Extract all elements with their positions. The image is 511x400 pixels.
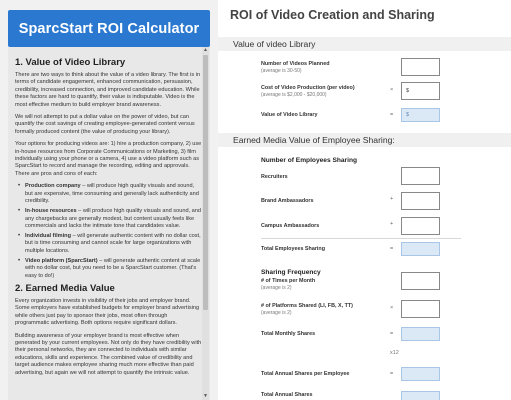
total-employees-output <box>401 242 440 256</box>
section2-heading: 2. Earned Media Value <box>15 282 115 294</box>
monthly-shares-label: Total Monthly Shares <box>261 331 316 337</box>
cost-per-video-input[interactable]: $ <box>401 82 440 100</box>
section1-para2: We will not attempt to put a dollar valu… <box>15 114 195 135</box>
equals-operator: = <box>390 331 394 337</box>
annual-shares-per-employee-output <box>401 367 440 381</box>
multiply-operator: × <box>390 87 394 93</box>
library-value-output: $ <box>401 108 440 122</box>
times-twelve-label: x12 <box>390 350 399 356</box>
times-per-month-label: # of Times per Month (average is 2) <box>261 278 316 291</box>
scroll-up-arrow-icon[interactable]: ▲ <box>202 47 209 54</box>
app-title: SparcStart ROI Calculator <box>18 20 200 37</box>
options-list: Production company – will produce high q… <box>15 183 203 280</box>
sidebar-scrollbar[interactable]: ▲ ▼ <box>202 47 209 400</box>
list-item: Production company – will produce high q… <box>18 183 203 205</box>
campus-ambassadors-input[interactable] <box>401 217 440 235</box>
earned-section-heading: Earned Media Value of Employee Sharing: <box>218 133 511 147</box>
recruiters-label: Recruiters <box>261 174 288 180</box>
app-title-bar: SparcStart ROI Calculator <box>8 10 210 47</box>
employees-sharing-heading: Number of Employees Sharing <box>261 157 357 164</box>
total-annual-shares-output <box>401 391 440 400</box>
value-section-heading: Value of video Library <box>218 37 511 51</box>
scroll-down-arrow-icon[interactable]: ▼ <box>202 393 209 400</box>
campus-ambassadors-label: Campus Ambassadors <box>261 223 320 229</box>
total-employees-label: Total Employees Sharing <box>261 246 326 252</box>
section1-heading: 1. Value of Video Library <box>15 57 126 68</box>
section1-para3: Your options for producing videos are: 1… <box>15 141 202 177</box>
platforms-shared-input[interactable] <box>401 300 440 318</box>
scrollbar-thumb[interactable] <box>203 55 208 310</box>
times-per-month-input[interactable] <box>401 272 440 290</box>
library-value-label: Value of Video Library <box>261 112 318 118</box>
total-annual-shares-label: Total Annual Shares <box>261 392 313 398</box>
platforms-shared-label: # of Platforms Shared (LI, FB, X, TT) (a… <box>261 303 353 316</box>
section2-para1: Every organization invests in visibility… <box>15 297 200 327</box>
list-item: In-house resources – will produce high q… <box>18 208 203 230</box>
brand-ambassadors-label: Brand Ambassadors <box>261 198 314 204</box>
monthly-shares-output <box>401 327 440 341</box>
sharing-frequency-heading: Sharing Frequency <box>261 269 321 276</box>
equals-operator: = <box>390 371 394 377</box>
videos-planned-label: Number of Videos Planned (average is 30-… <box>261 61 330 74</box>
sidebar-scroll-area[interactable]: 1. Value of Video Library There are two … <box>8 47 210 400</box>
annual-shares-per-employee-label: Total Annual Shares per Employee <box>261 371 350 377</box>
plus-operator: + <box>390 196 394 202</box>
equals-operator: = <box>390 112 394 118</box>
plus-operator: + <box>390 221 394 227</box>
sidebar: SparcStart ROI Calculator 1. Value of Vi… <box>0 0 218 400</box>
page-title: ROI of Video Creation and Sharing <box>230 8 435 22</box>
section1-para1: There are two ways to think about the va… <box>15 72 201 108</box>
recruiters-input[interactable] <box>401 167 440 185</box>
cost-per-video-label: Cost of Video Production (per video) (av… <box>261 85 355 98</box>
list-item: Video platform (SparcStart) – will gener… <box>18 258 203 280</box>
sidebar-content: 1. Value of Video Library There are two … <box>15 47 203 382</box>
section2-para2: Building awareness of your employer bran… <box>15 332 202 376</box>
main-panel: ROI of Video Creation and Sharing Value … <box>218 0 511 400</box>
videos-planned-input[interactable] <box>401 58 440 76</box>
equals-operator: = <box>390 246 394 252</box>
multiply-operator: × <box>390 305 394 311</box>
divider <box>261 238 461 239</box>
list-item: Individual filming – will generate authe… <box>18 233 203 255</box>
brand-ambassadors-input[interactable] <box>401 192 440 210</box>
